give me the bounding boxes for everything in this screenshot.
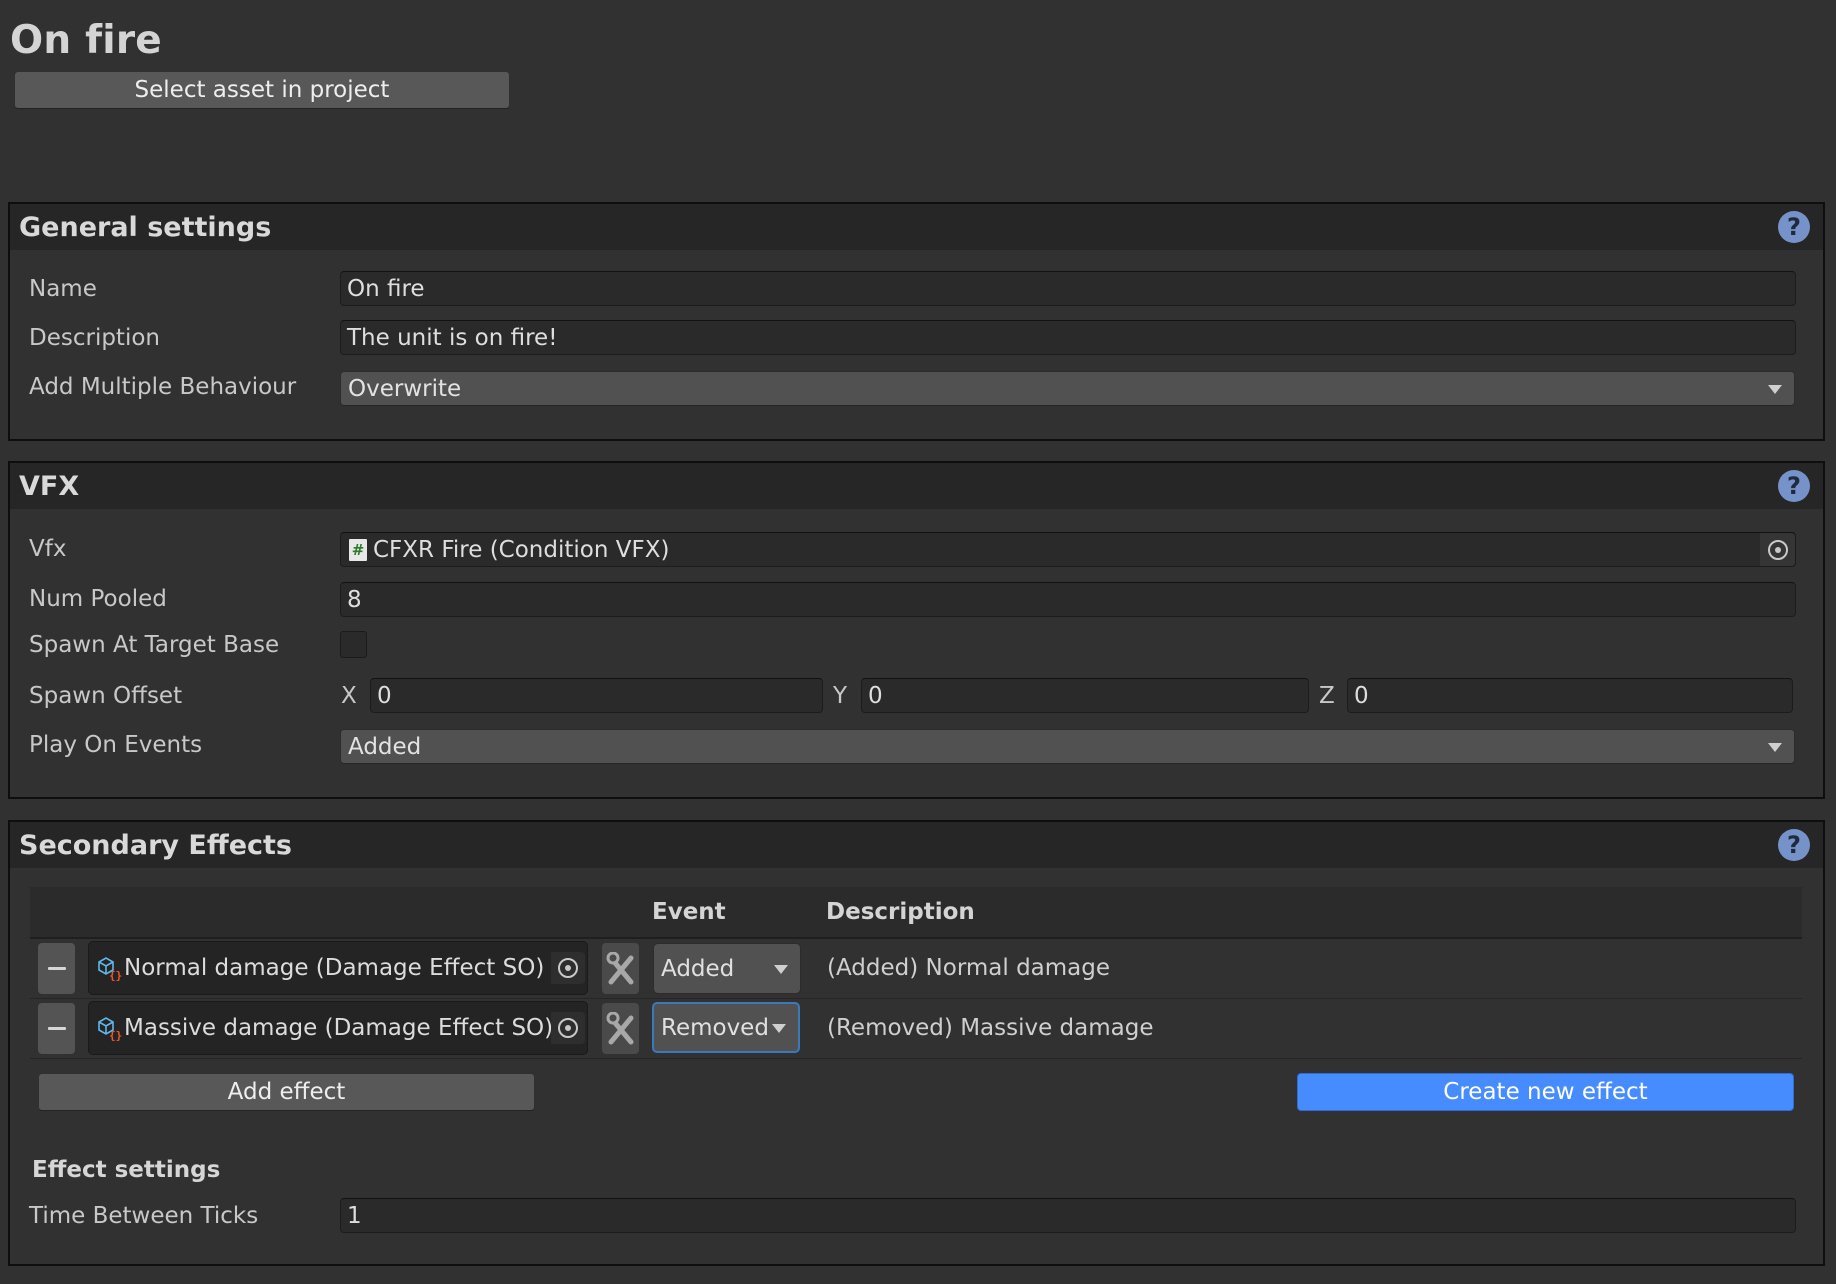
effect-object-field[interactable]: {} Massive damage (Damage Effect SO) — [88, 1001, 588, 1055]
z-axis-label: Z — [1319, 683, 1335, 709]
edit-effect-button[interactable] — [602, 943, 639, 994]
target-icon — [558, 1018, 578, 1038]
svg-text:{}: {} — [109, 1029, 122, 1041]
dropdown-value: Added — [661, 955, 735, 982]
select-asset-button[interactable]: Select asset in project — [14, 71, 510, 109]
remove-effect-button[interactable] — [38, 1003, 75, 1054]
spawn-at-target-base-checkbox[interactable] — [340, 631, 367, 658]
time-between-ticks-label: Time Between Ticks — [29, 1203, 259, 1229]
description-label: Description — [29, 325, 160, 351]
section-title: General settings — [19, 211, 272, 243]
asset-title: On fire — [10, 18, 162, 63]
vfx-object-field[interactable]: # CFXR Fire (Condition VFX) — [340, 532, 1796, 567]
object-picker-button[interactable] — [551, 952, 585, 984]
object-picker-button[interactable] — [551, 1012, 585, 1044]
y-axis-label: Y — [833, 683, 848, 709]
secondary-effects-header[interactable]: Secondary Effects ? — [10, 822, 1823, 868]
general-settings-header[interactable]: General settings ? — [10, 204, 1823, 250]
dropdown-value: Removed — [661, 1014, 769, 1041]
vfx-header[interactable]: VFX ? — [10, 463, 1823, 509]
spawn-offset-x-input[interactable]: 0 — [370, 678, 823, 713]
scriptable-object-icon: {} — [98, 957, 122, 981]
tools-icon — [606, 1011, 633, 1044]
spawn-offset-y-input[interactable]: 0 — [861, 678, 1309, 713]
column-header-description: Description — [826, 899, 975, 925]
create-new-effect-button[interactable]: Create new effect — [1297, 1073, 1794, 1111]
effect-event-dropdown[interactable]: Removed — [652, 1002, 800, 1053]
effect-description: (Removed) Massive damage — [827, 1015, 1154, 1041]
name-input[interactable]: On fire — [340, 271, 1796, 306]
column-header-event: Event — [652, 899, 726, 925]
section-title: Secondary Effects — [19, 829, 293, 861]
dropdown-value: Overwrite — [348, 375, 462, 402]
remove-effect-button[interactable] — [38, 943, 75, 994]
effect-settings-header: Effect settings — [32, 1157, 221, 1183]
spawn-at-target-base-label: Spawn At Target Base — [29, 632, 280, 658]
num-pooled-label: Num Pooled — [29, 586, 167, 612]
minus-icon — [47, 967, 66, 970]
effect-event-dropdown[interactable]: Added — [653, 943, 801, 994]
chevron-down-icon — [772, 1023, 786, 1033]
spawn-offset-label: Spawn Offset — [29, 683, 183, 709]
add-effect-button[interactable]: Add effect — [38, 1073, 535, 1111]
effect-name: Normal damage (Damage Effect SO) — [124, 955, 545, 981]
svg-text:{}: {} — [109, 969, 122, 981]
minus-icon — [47, 1027, 66, 1030]
help-icon[interactable]: ? — [1778, 470, 1810, 502]
chevron-down-icon — [774, 964, 788, 974]
row-divider — [30, 998, 1802, 999]
help-icon[interactable]: ? — [1778, 829, 1810, 861]
effect-object-field[interactable]: {} Normal damage (Damage Effect SO) — [88, 941, 588, 995]
effect-description: (Added) Normal damage — [827, 955, 1111, 981]
time-between-ticks-input[interactable]: 1 — [340, 1198, 1796, 1233]
tools-icon — [606, 951, 633, 984]
dropdown-value: Added — [348, 733, 422, 760]
num-pooled-input[interactable]: 8 — [340, 582, 1796, 617]
x-axis-label: X — [341, 683, 357, 709]
edit-effect-button[interactable] — [602, 1003, 639, 1054]
play-on-events-label: Play On Events — [29, 732, 203, 758]
add-multiple-behaviour-dropdown[interactable]: Overwrite — [340, 371, 1795, 406]
target-icon — [558, 958, 578, 978]
chevron-down-icon — [1768, 742, 1782, 752]
spawn-offset-z-input[interactable]: 0 — [1347, 678, 1793, 713]
chevron-down-icon — [1768, 384, 1782, 394]
add-multiple-behaviour-label: Add Multiple Behaviour — [29, 374, 297, 400]
description-input[interactable]: The unit is on fire! — [340, 320, 1796, 355]
section-title: VFX — [19, 470, 80, 502]
help-icon[interactable]: ? — [1778, 211, 1810, 243]
vfx-value: CFXR Fire (Condition VFX) — [373, 536, 670, 563]
object-picker-button[interactable] — [1760, 533, 1795, 566]
play-on-events-dropdown[interactable]: Added — [340, 729, 1795, 764]
target-icon — [1767, 539, 1788, 560]
script-icon: # — [349, 538, 367, 561]
vfx-label: Vfx — [29, 536, 67, 562]
effect-name: Massive damage (Damage Effect SO) — [124, 1015, 554, 1041]
effects-table-header: Event Description — [30, 887, 1802, 939]
scriptable-object-icon: {} — [98, 1017, 122, 1041]
name-label: Name — [29, 276, 97, 302]
row-divider — [30, 1058, 1802, 1059]
